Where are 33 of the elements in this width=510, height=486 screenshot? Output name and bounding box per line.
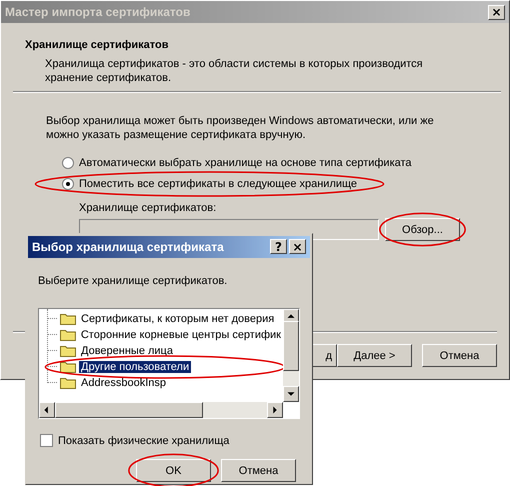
radio-button[interactable]	[62, 178, 74, 190]
dialog-title: Выбор хранилища сертификата	[32, 240, 224, 254]
folder-icon	[60, 360, 76, 374]
wizard-button[interactable]: Далее >	[337, 344, 412, 367]
radio-label: Автоматически выбрать хранилище на основе типа сертификата	[79, 157, 412, 169]
intro-text: Выбор хранилища может быть произведен Windows автоматически, или же можно указать размещение сертификата вручную.	[46, 114, 435, 142]
page-heading: Хранилище сертификатов	[24, 39, 170, 51]
browse-button[interactable]: Обзор...	[385, 218, 460, 241]
folder-icon	[60, 376, 76, 390]
tree-item[interactable]: AddressbookInsp	[79, 376, 168, 389]
folder-icon	[60, 328, 76, 342]
tree-item[interactable]: Сертификаты, к которым нет доверия	[79, 312, 276, 325]
tree-item[interactable]: Доверенные лица	[79, 344, 175, 357]
close-button[interactable]: ×	[289, 239, 306, 254]
window-title: Мастер импорта сертификатов	[5, 5, 190, 19]
tree-item[interactable]: Сторонние корневые центры сертифик	[78, 328, 283, 341]
field-label: Хранилище сертификатов:	[78, 201, 218, 216]
wizard-button[interactable]: Отмена	[422, 344, 497, 367]
radio-button[interactable]	[62, 157, 74, 169]
vertical-scrollbar[interactable]	[283, 308, 299, 402]
tree-item[interactable]: Другие пользователи	[79, 360, 192, 373]
checkbox[interactable]	[40, 434, 53, 447]
folder-icon	[60, 312, 76, 326]
page-description: Хранилища сертификатов - это области системы в которых производится хранение сертификатов.	[44, 57, 424, 85]
dialog-button[interactable]: Отмена	[221, 459, 296, 482]
horizontal-scrollbar[interactable]	[39, 402, 283, 418]
help-button[interactable]: ?	[270, 239, 287, 254]
folder-icon	[60, 344, 76, 358]
checkbox-label: Показать физические хранилища	[58, 434, 230, 446]
dialog-prompt: Выберите хранилище сертификатов.	[37, 274, 228, 287]
dialog-button[interactable]: OK	[136, 459, 211, 482]
close-button[interactable]: ×	[488, 4, 505, 20]
radio-label: Поместить все сертификаты в следующее хранилище	[79, 178, 358, 190]
